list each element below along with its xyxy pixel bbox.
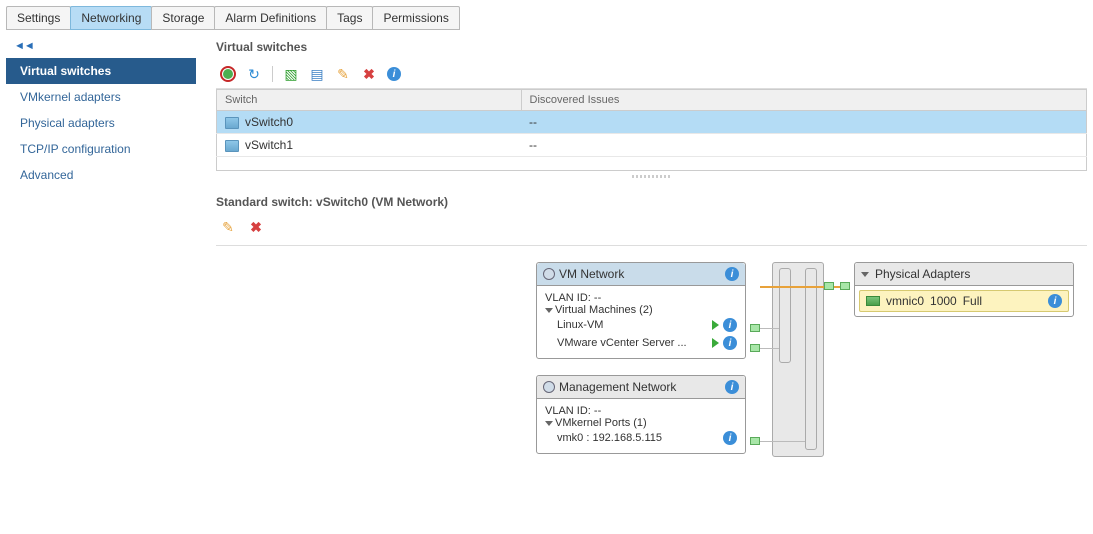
physical-adapters-title: Physical Adapters (875, 267, 970, 281)
tab-networking[interactable]: Networking (70, 6, 152, 30)
vswitch-icon (225, 117, 239, 129)
switches-toolbar: ↻ ▧ ▤ ✎ ✖ i (216, 62, 1087, 89)
info-icon[interactable]: i (387, 67, 401, 81)
detail-title: Standard switch: vSwitch0 (VM Network) (216, 189, 1087, 215)
switches-table: Switch Discovered Issues vSwitch0 -- vSw… (216, 89, 1087, 171)
nic-icon (866, 296, 880, 306)
edit-icon[interactable]: ✎ (335, 66, 351, 82)
portgroup-management-network[interactable]: Management Network i VLAN ID: -- VMkerne… (536, 375, 746, 454)
vm-name: Linux-VM (557, 319, 603, 331)
sidebar-item-virtual-switches[interactable]: Virtual switches (6, 58, 196, 84)
expand-icon[interactable] (545, 308, 553, 313)
topology-diagram: VM Network i VLAN ID: -- Virtual Machine… (216, 262, 1087, 482)
switch-name: vSwitch1 (245, 138, 293, 152)
physical-adapters-box: Physical Adapters vmnic0 1000 Full i (854, 262, 1074, 317)
info-icon[interactable]: i (723, 318, 737, 332)
tab-permissions[interactable]: Permissions (372, 6, 459, 30)
remove-icon[interactable]: ✖ (361, 66, 377, 82)
vlan-label: VLAN ID: -- (545, 292, 737, 304)
switch-issues: -- (521, 134, 1087, 157)
vm-item[interactable]: Linux-VM i (545, 316, 737, 334)
table-row[interactable]: vSwitch1 -- (217, 134, 1087, 157)
sidebar: ◄◄ Virtual switches VMkernel adapters Ph… (6, 38, 196, 482)
connector-port (750, 437, 760, 445)
manage-physical-adapters-icon[interactable]: ▤ (309, 66, 325, 82)
vm-group-label: Virtual Machines (2) (555, 304, 653, 316)
switch-issues: -- (521, 111, 1087, 134)
nic-name: vmnic0 (886, 294, 924, 308)
info-icon[interactable]: i (723, 431, 737, 445)
vswitch-uplink-left (779, 268, 791, 363)
detail-toolbar: ✎ ✖ (216, 215, 1087, 246)
info-icon[interactable]: i (725, 380, 739, 394)
vm-name: VMware vCenter Server ... (557, 337, 687, 349)
tab-tags[interactable]: Tags (326, 6, 373, 30)
sidebar-item-tcpip-config[interactable]: TCP/IP configuration (6, 136, 196, 162)
refresh-icon[interactable]: ↻ (246, 66, 262, 82)
nic-duplex: Full (963, 294, 982, 308)
edit-settings-icon[interactable]: ✎ (220, 219, 236, 235)
portgroup-title: VM Network (559, 267, 624, 281)
vswitch-icon (225, 140, 239, 152)
vlan-label: VLAN ID: -- (545, 405, 737, 417)
sidebar-item-vmkernel-adapters[interactable]: VMkernel adapters (6, 84, 196, 110)
port-group-label: VMkernel Ports (1) (555, 417, 647, 429)
portgroup-icon (543, 381, 555, 393)
info-icon[interactable]: i (725, 267, 739, 281)
expand-icon[interactable] (545, 421, 553, 426)
physical-nic-item[interactable]: vmnic0 1000 Full i (859, 290, 1069, 312)
col-discovered-issues[interactable]: Discovered Issues (521, 90, 1087, 111)
top-tab-bar: Settings Networking Storage Alarm Defini… (0, 0, 1093, 30)
migrate-networking-icon[interactable]: ▧ (283, 66, 299, 82)
vswitch-uplink-right (805, 268, 817, 450)
content-pane: Virtual switches ↻ ▧ ▤ ✎ ✖ i Switch Disc… (196, 38, 1087, 482)
vmkernel-port-label: vmk0 : 192.168.5.115 (557, 432, 662, 444)
vm-power-on-icon (712, 320, 719, 330)
vm-power-on-icon (712, 338, 719, 348)
connector-port (824, 282, 834, 290)
expand-icon[interactable] (861, 272, 869, 277)
tab-alarm-definitions[interactable]: Alarm Definitions (214, 6, 327, 30)
info-icon[interactable]: i (1048, 294, 1062, 308)
sidebar-item-physical-adapters[interactable]: Physical adapters (6, 110, 196, 136)
info-icon[interactable]: i (723, 336, 737, 350)
portgroup-icon (543, 268, 555, 280)
connector-port (750, 344, 760, 352)
splitter-handle[interactable] (216, 175, 1087, 185)
sidebar-collapse-button[interactable]: ◄◄ (6, 38, 196, 58)
connector-port (840, 282, 850, 290)
connector-port (750, 324, 760, 332)
portgroup-vm-network[interactable]: VM Network i VLAN ID: -- Virtual Machine… (536, 262, 746, 359)
nic-speed: 1000 (930, 294, 957, 308)
switch-name: vSwitch0 (245, 115, 293, 129)
section-title: Virtual switches (216, 38, 1087, 62)
col-switch[interactable]: Switch (217, 90, 522, 111)
tab-settings[interactable]: Settings (6, 6, 71, 30)
vmkernel-port-item[interactable]: vmk0 : 192.168.5.115 i (545, 429, 737, 447)
sidebar-item-advanced[interactable]: Advanced (6, 162, 196, 188)
add-host-networking-icon[interactable] (220, 66, 236, 82)
remove-portgroup-icon[interactable]: ✖ (248, 219, 264, 235)
tab-storage[interactable]: Storage (151, 6, 215, 30)
portgroup-title: Management Network (559, 380, 676, 394)
table-row[interactable]: vSwitch0 -- (217, 111, 1087, 134)
vm-item[interactable]: VMware vCenter Server ... i (545, 334, 737, 352)
